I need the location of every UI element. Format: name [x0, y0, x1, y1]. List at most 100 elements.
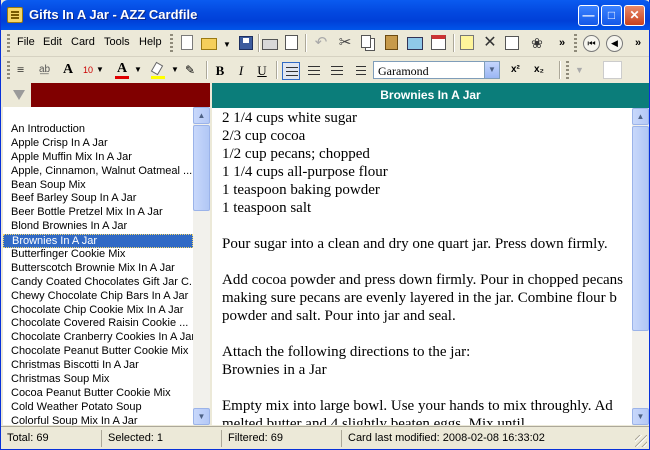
- card-list-item[interactable]: Colorful Soup Mix In A Jar: [3, 415, 193, 425]
- chevron-down-icon[interactable]: ▼: [134, 65, 142, 74]
- card-list-item[interactable]: Butterscotch Brownie Mix In A Jar: [3, 262, 193, 276]
- previous-card-icon[interactable]: ◀: [606, 35, 623, 52]
- new-card-icon[interactable]: [460, 35, 474, 50]
- chevron-down-icon[interactable]: ▼: [223, 40, 231, 49]
- copy-icon[interactable]: [361, 35, 371, 48]
- minimize-button[interactable]: —: [578, 5, 599, 26]
- font-color-icon[interactable]: A: [113, 61, 131, 79]
- empty-toolbar-box[interactable]: [603, 61, 622, 79]
- card-text-editor[interactable]: 2 1/4 cups white sugar 2/3 cup cocoa 1/2…: [212, 108, 632, 425]
- toolbar-grip[interactable]: [566, 61, 569, 79]
- scroll-up-arrow-icon[interactable]: ▲: [632, 108, 649, 125]
- scroll-thumb[interactable]: [193, 125, 210, 211]
- paste-icon[interactable]: [385, 35, 398, 50]
- card-list-item[interactable]: Beer Bottle Pretzel Mix In A Jar: [3, 206, 193, 220]
- paragraph-format-icon[interactable]: ≡: [17, 61, 35, 79]
- card-list-item[interactable]: Bean Soup Mix: [3, 179, 193, 193]
- align-left-button[interactable]: [282, 62, 300, 80]
- save-icon[interactable]: [239, 36, 253, 50]
- card-list-item[interactable]: Chocolate Chip Cookie Mix In A Jar: [3, 304, 193, 318]
- card-list-item[interactable]: Apple, Cinnamon, Walnut Oatmeal ...: [3, 165, 193, 179]
- align-center-button[interactable]: [305, 62, 323, 80]
- delete-card-icon[interactable]: ✕: [481, 34, 499, 52]
- card-list-item[interactable]: Butterfinger Cookie Mix: [3, 248, 193, 262]
- chevron-down-icon[interactable]: ▼: [171, 65, 179, 74]
- list-scrollbar[interactable]: ▲ ▼: [193, 107, 210, 425]
- toolbar-overflow-icon[interactable]: »: [635, 34, 650, 52]
- close-button[interactable]: ✕: [624, 5, 645, 26]
- filter-icon[interactable]: [13, 90, 25, 100]
- card-list-item[interactable]: Blond Brownies In A Jar: [3, 220, 193, 234]
- align-right-button[interactable]: [328, 62, 346, 80]
- card-list-item[interactable]: Apple Crisp In A Jar: [3, 137, 193, 151]
- chevron-down-icon[interactable]: ▼: [484, 62, 499, 78]
- card-list-item[interactable]: An Introduction: [3, 123, 193, 137]
- scroll-down-arrow-icon[interactable]: ▼: [193, 408, 210, 425]
- scroll-thumb[interactable]: [632, 126, 649, 331]
- font-size-value[interactable]: 10: [83, 65, 93, 75]
- print-preview-icon[interactable]: [285, 35, 298, 50]
- resize-grip[interactable]: [635, 435, 647, 447]
- card-list-item[interactable]: Cold Weather Potato Soup: [3, 401, 193, 415]
- scroll-down-arrow-icon[interactable]: ▼: [632, 408, 649, 425]
- toolbar-separator: [453, 34, 454, 52]
- cardfile-app-icon: [7, 7, 23, 23]
- font-color-label: A: [116, 61, 128, 76]
- font-dialog-icon[interactable]: A: [63, 61, 81, 79]
- card-list-item[interactable]: Beef Barley Soup In A Jar: [3, 192, 193, 206]
- status-total: Total: 69: [3, 430, 102, 447]
- new-file-icon[interactable]: [181, 35, 193, 50]
- card-list-item[interactable]: Brownies In A Jar: [3, 234, 193, 249]
- menu-edit[interactable]: Edit: [43, 36, 62, 48]
- print-icon[interactable]: [262, 39, 278, 50]
- menu-file[interactable]: File: [17, 36, 35, 48]
- card-list-item[interactable]: Chocolate Peanut Butter Cookie Mix: [3, 345, 193, 359]
- card-list-item[interactable]: Apple Muffin Mix In A Jar: [3, 151, 193, 165]
- menu-toolbar-row: File Edit Card Tools Help ▼ ↶ ✂ ✕ ❀ » ⏮ …: [3, 30, 649, 56]
- underline-button[interactable]: U: [253, 62, 271, 80]
- card-list[interactable]: An Introduction Apple Crisp In A Jar Apple…: [3, 107, 193, 425]
- toolbar-grip[interactable]: [7, 61, 10, 79]
- title-bar[interactable]: Gifts In A Jar - AZZ Cardfile — □ ✕: [1, 0, 650, 30]
- toolbar-grip[interactable]: [574, 34, 577, 52]
- font-name-select[interactable]: Garamond ▼: [373, 61, 500, 79]
- find-icon[interactable]: ❀: [528, 34, 546, 52]
- bullet-list-button[interactable]: [351, 62, 369, 80]
- cut-icon[interactable]: ✂: [336, 34, 354, 52]
- menu-help[interactable]: Help: [139, 36, 162, 48]
- card-list-item[interactable]: Christmas Soup Mix: [3, 373, 193, 387]
- card-list-item[interactable]: Christmas Biscotti In A Jar: [3, 359, 193, 373]
- font-color-swatch: [115, 76, 129, 79]
- toolbar-grip[interactable]: [7, 34, 10, 52]
- undo-icon[interactable]: ↶: [312, 34, 330, 52]
- format-painter-icon[interactable]: ✎: [185, 61, 203, 79]
- card-list-pane: An Introduction Apple Crisp In A Jar Apple…: [3, 83, 210, 425]
- first-card-icon[interactable]: ⏮: [583, 35, 600, 52]
- insert-date-icon[interactable]: [431, 35, 446, 50]
- maximize-button[interactable]: □: [601, 5, 622, 26]
- chevron-down-icon[interactable]: ▼: [96, 65, 104, 74]
- card-list-item[interactable]: Chocolate Cranberry Cookies In A Jar: [3, 331, 193, 345]
- toolbar-grip[interactable]: [170, 34, 173, 52]
- open-folder-icon[interactable]: [201, 38, 217, 50]
- highlight-icon[interactable]: [149, 61, 167, 79]
- subscript-button[interactable]: x₂: [534, 64, 544, 75]
- menu-tools[interactable]: Tools: [104, 36, 130, 48]
- card-list-item[interactable]: Chocolate Covered Raisin Cookie ...: [3, 317, 193, 331]
- card-properties-icon[interactable]: [505, 36, 519, 50]
- app-window: Gifts In A Jar - AZZ Cardfile — □ ✕ File…: [0, 0, 650, 450]
- card-list-item[interactable]: Cocoa Peanut Butter Cookie Mix: [3, 387, 193, 401]
- filter-input[interactable]: [31, 83, 210, 107]
- bold-button[interactable]: B: [211, 62, 229, 80]
- highlight-swatch: [151, 76, 165, 79]
- italic-button[interactable]: I: [232, 62, 250, 80]
- status-selected: Selected: 1: [104, 430, 222, 447]
- scroll-up-arrow-icon[interactable]: ▲: [193, 107, 210, 124]
- menu-card[interactable]: Card: [71, 36, 95, 48]
- font-style-icon[interactable]: a͟b: [39, 61, 57, 79]
- insert-image-icon[interactable]: [407, 37, 423, 50]
- card-list-item[interactable]: Chewy Chocolate Chip Bars In A Jar: [3, 290, 193, 304]
- card-list-item[interactable]: Candy Coated Chocolates Gift Jar C...: [3, 276, 193, 290]
- superscript-button[interactable]: x²: [511, 64, 520, 75]
- card-scrollbar[interactable]: ▲ ▼: [632, 108, 649, 425]
